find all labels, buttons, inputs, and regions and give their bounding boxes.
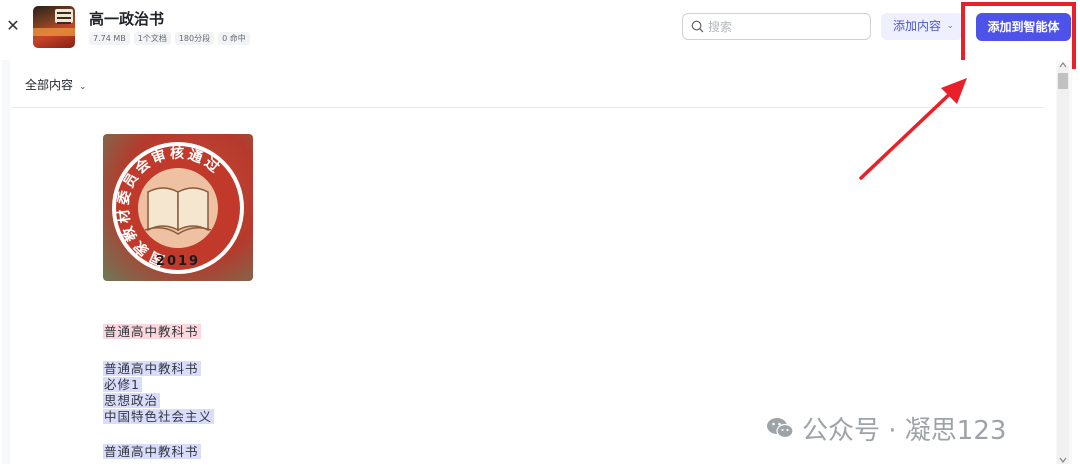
search-box[interactable] [682,13,871,40]
scrollbar-track[interactable] [1057,66,1069,464]
document-line: 普通高中教科书 [103,361,201,376]
close-icon[interactable]: ✕ [5,16,21,36]
emblem-year: 2019 [156,254,200,269]
content-filter-dropdown[interactable]: 全部内容 ⌄ [25,76,87,93]
add-to-agent-button[interactable]: 添加到智能体 [976,13,1071,41]
doc-count-badge: 1个文档 [133,32,171,45]
document-line: 必修1 [103,377,142,392]
document-line: 普通高中教科书 [103,324,201,339]
filter-label: 全部内容 [25,78,74,92]
document-paragraph: 普通高中教科书 [103,324,201,340]
scrollbar-thumb[interactable] [1058,73,1068,89]
knowledge-cover-thumbnail [33,6,75,48]
header-bar: ✕ 高一政治书 7.74 MB 1个文档 180分段 0 命中 添加内容 ⌄ 添… [0,0,1080,58]
chevron-down-icon: ⌄ [946,21,954,31]
document-line: 普通高中教科书 [103,444,201,459]
document-paragraph: 普通高中教科书 [103,444,201,460]
stats-badges: 7.74 MB 1个文档 180分段 0 命中 [89,32,250,45]
chevron-down-icon: ⌄ [79,82,87,92]
document-line: 中国特色社会主义 [103,409,215,424]
wechat-icon [767,418,794,439]
search-input[interactable] [708,18,863,36]
search-icon [691,20,704,33]
watermark-text: 公众号 · 凝思123 [802,415,1007,446]
divider [12,107,1043,108]
scroll-down-arrow-icon[interactable] [1059,457,1067,463]
file-size-badge: 7.74 MB [89,32,130,45]
scroll-up-arrow-icon[interactable] [1059,62,1067,68]
textbook-approval-emblem: 国家教材委员会审核通过 2019 [103,134,253,281]
add-content-label: 添加内容 [893,19,942,33]
document-line: 思想政治 [103,393,161,408]
add-content-button[interactable]: 添加内容 ⌄ [881,13,963,40]
knowledge-title: 高一政治书 [89,10,165,28]
book-icon [144,187,212,235]
segment-count-badge: 180分段 [174,32,215,45]
document-paragraph: 普通高中教科书 必修1 思想政治 中国特色社会主义 [103,361,215,425]
hit-count-badge: 0 命中 [218,32,250,45]
watermark: 公众号 · 凝思123 [766,410,1006,446]
